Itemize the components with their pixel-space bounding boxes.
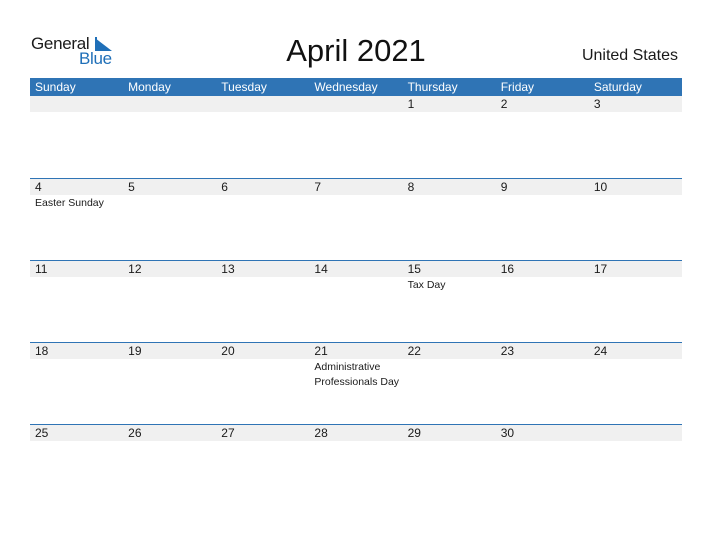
day-event	[123, 441, 216, 442]
day-number-row: 4 5 6 7 8 9 10	[30, 179, 682, 195]
weekday-monday: Monday	[128, 80, 171, 94]
day-number: 8	[407, 180, 415, 194]
day-number-row: 1 2 3	[30, 96, 682, 112]
day-number: 22	[407, 344, 421, 358]
day-event	[589, 112, 682, 113]
events-row: Administrative Professionals Day	[30, 359, 682, 390]
day-event	[309, 277, 402, 293]
day-event	[496, 359, 589, 390]
day-number	[216, 96, 309, 112]
day-event	[496, 277, 589, 293]
day-number	[123, 96, 216, 112]
day-event	[30, 359, 123, 390]
day-event	[216, 277, 309, 293]
day-number: 15	[407, 262, 421, 276]
weekday-header: Sunday Monday Tuesday Wednesday Thursday…	[30, 78, 682, 96]
weekday-wednesday: Wednesday	[314, 80, 378, 94]
day-event	[309, 195, 402, 211]
day-number	[30, 96, 123, 112]
calendar-grid: Sunday Monday Tuesday Wednesday Thursday…	[30, 78, 682, 506]
day-number: 21	[314, 344, 328, 358]
day-number: 1	[407, 97, 415, 111]
day-event	[123, 195, 216, 211]
day-number: 12	[128, 262, 142, 276]
day-number: 9	[500, 180, 508, 194]
day-event	[403, 441, 496, 442]
day-number: 10	[593, 180, 608, 194]
day-number: 23	[500, 344, 515, 358]
day-number: 17	[593, 262, 608, 276]
week-row: 18 19 20 21 22 23 24 Administrative Professiona…	[30, 342, 682, 424]
day-event	[309, 441, 402, 442]
day-number: 27	[221, 426, 235, 440]
day-event: Tax Day	[407, 279, 446, 291]
day-event	[123, 359, 216, 390]
day-event	[589, 441, 682, 442]
day-event	[589, 277, 682, 293]
day-number: 16	[500, 262, 515, 276]
day-number: 13	[221, 262, 235, 276]
events-row	[30, 441, 682, 442]
day-number: 4	[35, 180, 42, 194]
week-row: 4 5 6 7 8 9 10 Easter Sunday	[30, 178, 682, 260]
day-number: 11	[35, 262, 48, 276]
day-number: 25	[35, 426, 49, 440]
day-event	[589, 359, 682, 390]
day-number-row: 18 19 20 21 22 23 24	[30, 343, 682, 359]
day-number: 19	[128, 344, 142, 358]
day-event	[216, 441, 309, 442]
day-number: 26	[128, 426, 142, 440]
country-label: United States	[581, 47, 678, 64]
day-event	[30, 277, 123, 293]
day-event: Easter Sunday	[35, 197, 104, 209]
weekday-tuesday: Tuesday	[221, 80, 267, 94]
week-row: 1 2 3	[30, 96, 682, 178]
day-number: 14	[314, 262, 328, 276]
day-number: 6	[221, 180, 228, 194]
day-number-row: 25 26 27 28 29 30	[30, 425, 682, 441]
day-number: 18	[35, 344, 49, 358]
day-event	[216, 112, 309, 113]
day-number: 30	[500, 426, 515, 440]
day-number: 2	[500, 97, 508, 111]
day-number: 28	[314, 426, 328, 440]
day-event	[123, 112, 216, 113]
day-event	[403, 359, 496, 390]
day-number	[589, 425, 682, 441]
week-row: 11 12 13 14 15 16 17 Tax Day	[30, 260, 682, 342]
day-event	[30, 112, 123, 113]
day-event	[216, 195, 309, 211]
weekday-friday: Friday	[500, 80, 535, 94]
day-event	[496, 195, 589, 211]
week-row: 25 26 27 28 29 30	[30, 424, 682, 506]
day-event	[30, 441, 123, 442]
day-event	[403, 112, 496, 113]
day-event	[496, 112, 589, 113]
events-row	[30, 112, 682, 113]
day-event	[496, 441, 589, 442]
day-number: 20	[221, 344, 235, 358]
day-number: 24	[593, 344, 608, 358]
day-number: 3	[593, 97, 601, 111]
day-event	[403, 195, 496, 211]
day-event	[309, 112, 402, 113]
day-event	[123, 277, 216, 293]
weekday-saturday: Saturday	[593, 80, 642, 94]
day-event	[589, 195, 682, 211]
day-event: Administrative Professionals Day	[314, 361, 400, 388]
day-number: 7	[314, 180, 322, 194]
day-number: 5	[128, 180, 135, 194]
weekday-thursday: Thursday	[407, 80, 458, 94]
day-number-row: 11 12 13 14 15 16 17	[30, 261, 682, 277]
day-number	[309, 96, 402, 112]
events-row: Easter Sunday	[30, 195, 682, 211]
weekday-sunday: Sunday	[35, 80, 76, 94]
day-event	[216, 359, 309, 390]
day-number: 29	[407, 426, 421, 440]
events-row: Tax Day	[30, 277, 682, 293]
